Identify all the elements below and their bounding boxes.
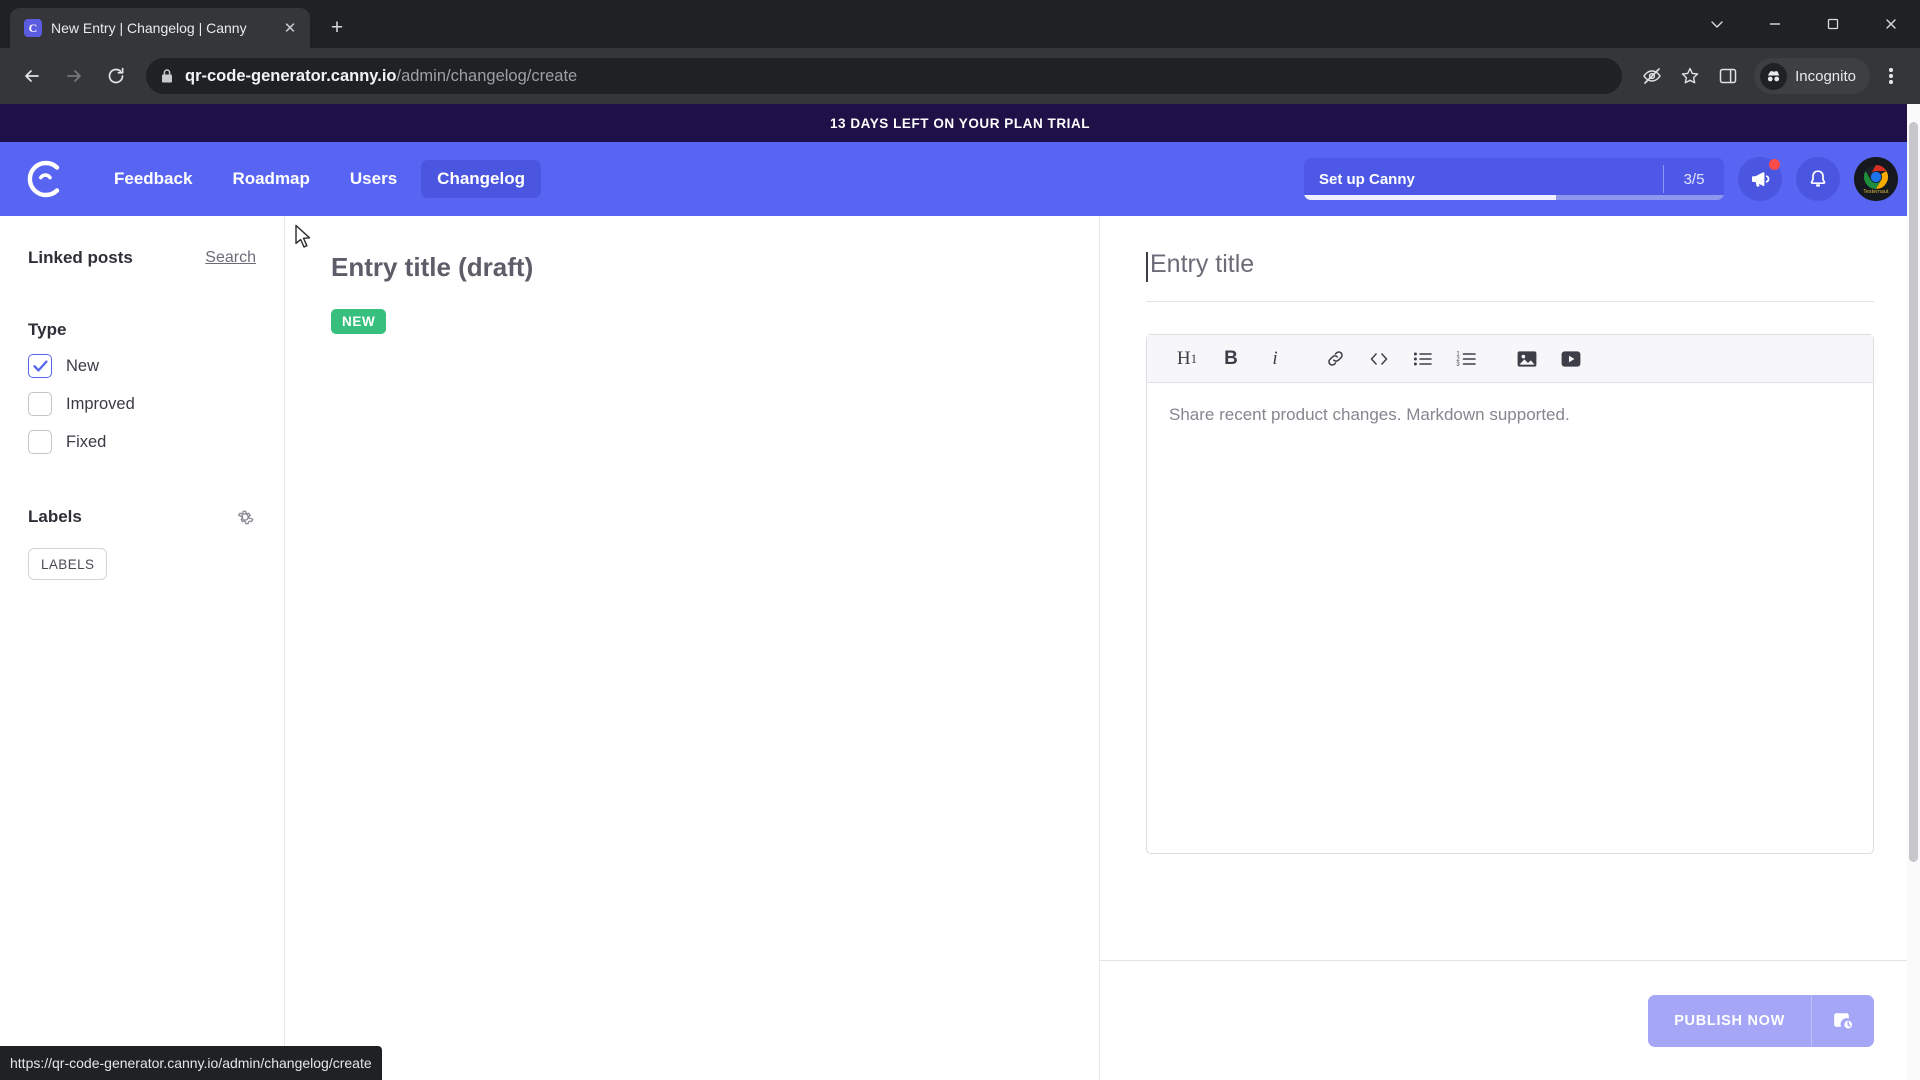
setup-progress-fill <box>1304 195 1556 200</box>
trial-banner[interactable]: 13 DAYS LEFT ON YOUR PLAN TRIAL <box>0 104 1920 142</box>
type-title: Type <box>28 320 67 339</box>
markdown-toolbar: H1 B i 123 <box>1147 335 1873 383</box>
search-link[interactable]: Search <box>205 249 256 267</box>
mouse-cursor-icon <box>294 224 314 255</box>
schedule-icon[interactable] <box>1812 994 1874 1047</box>
type-option-fixed[interactable]: Fixed <box>28 430 256 454</box>
incognito-profile-chip[interactable]: Incognito <box>1754 58 1870 94</box>
canny-logo-icon[interactable] <box>22 155 70 203</box>
nav-right-group: Set up Canny 3/5 Testernaut <box>1304 157 1898 201</box>
entry-title-input[interactable]: Entry title <box>1146 250 1874 302</box>
nav-links: Feedback Roadmap Users Changelog <box>98 160 542 198</box>
labels-section: Labels LABELS <box>28 506 256 580</box>
entry-editor-panel: Entry title H1 B i 1 2 3 Share recent pr… <box>1100 216 1920 1080</box>
browser-toolbar: qr-code-generator.canny.io/admin/changel… <box>0 48 1920 104</box>
setup-canny-label: Set up Canny <box>1319 170 1415 188</box>
checkbox-fixed[interactable] <box>28 430 52 454</box>
bold-icon[interactable]: B <box>1209 339 1253 379</box>
maximize-icon[interactable] <box>1804 0 1862 48</box>
tab-strip: C New Entry | Changelog | Canny ✕ + <box>0 0 1920 48</box>
nav-item-users[interactable]: Users <box>334 160 413 198</box>
linked-posts-title: Linked posts <box>28 248 133 267</box>
setup-canny-count: 3/5 <box>1683 170 1705 188</box>
markdown-body-input[interactable]: Share recent product changes. Markdown s… <box>1147 383 1873 853</box>
labels-chip[interactable]: LABELS <box>28 548 108 580</box>
heading-icon[interactable]: H1 <box>1165 339 1209 379</box>
setup-canny-widget[interactable]: Set up Canny 3/5 <box>1304 158 1724 200</box>
linked-posts-row: Linked posts Search <box>28 248 256 268</box>
close-icon[interactable] <box>1862 0 1920 48</box>
status-bar: https://qr-code-generator.canny.io/admin… <box>0 1046 382 1080</box>
incognito-label: Incognito <box>1795 67 1856 85</box>
type-option-improved[interactable]: Improved <box>28 392 256 416</box>
incognito-icon <box>1760 62 1788 90</box>
editor-footer: PUBLISH NOW <box>1100 960 1920 1080</box>
tab-favicon-icon: C <box>24 19 42 37</box>
checkbox-new[interactable] <box>28 354 52 378</box>
url-text: qr-code-generator.canny.io/admin/changel… <box>185 67 577 86</box>
publish-now-button[interactable]: PUBLISH NOW <box>1648 994 1811 1047</box>
numbered-list-icon[interactable]: 123 <box>1445 339 1489 379</box>
type-option-new[interactable]: New <box>28 354 256 378</box>
setup-progress-track <box>1304 195 1724 200</box>
left-sidebar: Linked posts Search Type New Improved Fi… <box>0 216 285 1080</box>
type-section: Type New Improved Fixed <box>28 320 256 454</box>
scrollbar-thumb[interactable] <box>1909 122 1918 862</box>
publish-button-group: PUBLISH NOW <box>1648 994 1874 1047</box>
app-navbar: Feedback Roadmap Users Changelog Set up … <box>0 142 1920 216</box>
side-panel-icon[interactable] <box>1710 58 1746 94</box>
text-caret <box>1146 252 1148 282</box>
svg-text:3: 3 <box>1456 362 1460 368</box>
markdown-placeholder: Share recent product changes. Markdown s… <box>1169 405 1570 424</box>
notification-dot <box>1769 159 1780 170</box>
workspace: Linked posts Search Type New Improved Fi… <box>0 104 1920 1080</box>
window-controls <box>1688 0 1920 48</box>
avatar-name-label: Testernaut <box>1863 189 1889 195</box>
bulleted-list-icon[interactable] <box>1401 339 1445 379</box>
type-label-fixed: Fixed <box>66 432 107 451</box>
page-scrollbar[interactable] <box>1907 104 1920 1080</box>
image-icon[interactable] <box>1505 339 1549 379</box>
italic-icon[interactable]: i <box>1253 339 1297 379</box>
lock-icon <box>160 68 174 84</box>
url-host: qr-code-generator.canny.io <box>185 66 397 85</box>
megaphone-button[interactable] <box>1738 157 1782 201</box>
status-bar-url: https://qr-code-generator.canny.io/admin… <box>10 1055 372 1071</box>
user-avatar[interactable]: Testernaut <box>1854 157 1898 201</box>
minimize-icon[interactable] <box>1746 0 1804 48</box>
back-icon[interactable] <box>12 56 52 96</box>
hide-tracking-icon[interactable] <box>1634 58 1670 94</box>
web-page: 13 DAYS LEFT ON YOUR PLAN TRIAL Feedback… <box>0 104 1920 1080</box>
nav-item-changelog[interactable]: Changelog <box>421 160 542 198</box>
preview-type-badge: NEW <box>331 309 387 334</box>
link-icon[interactable] <box>1313 339 1357 379</box>
tab-search-icon[interactable] <box>1688 0 1746 48</box>
tab-title: New Entry | Changelog | Canny <box>51 20 247 36</box>
bookmark-star-icon[interactable] <box>1672 58 1708 94</box>
reload-icon[interactable] <box>96 56 136 96</box>
type-label-new: New <box>66 356 100 375</box>
type-label-improved: Improved <box>66 394 135 413</box>
new-tab-button[interactable]: + <box>320 11 354 45</box>
preview-entry-title: Entry title (draft) <box>331 252 534 282</box>
code-icon[interactable] <box>1357 339 1401 379</box>
browser-tab[interactable]: C New Entry | Changelog | Canny ✕ <box>10 8 310 48</box>
markdown-editor: H1 B i 123 Share recent product changes.… <box>1146 334 1874 854</box>
address-bar[interactable]: qr-code-generator.canny.io/admin/changel… <box>146 58 1623 94</box>
kebab-menu-icon[interactable] <box>1874 56 1908 96</box>
url-path: /admin/changelog/create <box>396 66 578 85</box>
notifications-bell-button[interactable] <box>1796 157 1840 201</box>
labels-title: Labels <box>28 507 82 526</box>
entry-preview-panel: Entry title (draft) NEW <box>285 216 1100 1080</box>
video-icon[interactable] <box>1549 339 1593 379</box>
labels-row: Labels <box>28 506 256 528</box>
entry-title-placeholder: Entry title <box>1150 250 1255 278</box>
nav-item-roadmap[interactable]: Roadmap <box>216 160 325 198</box>
nav-item-feedback[interactable]: Feedback <box>98 160 208 198</box>
gear-icon[interactable] <box>234 506 256 528</box>
close-icon[interactable]: ✕ <box>280 18 300 38</box>
forward-icon[interactable] <box>54 56 94 96</box>
browser-window: C New Entry | Changelog | Canny ✕ + qr-c… <box>0 0 1920 1080</box>
checkbox-improved[interactable] <box>28 392 52 416</box>
